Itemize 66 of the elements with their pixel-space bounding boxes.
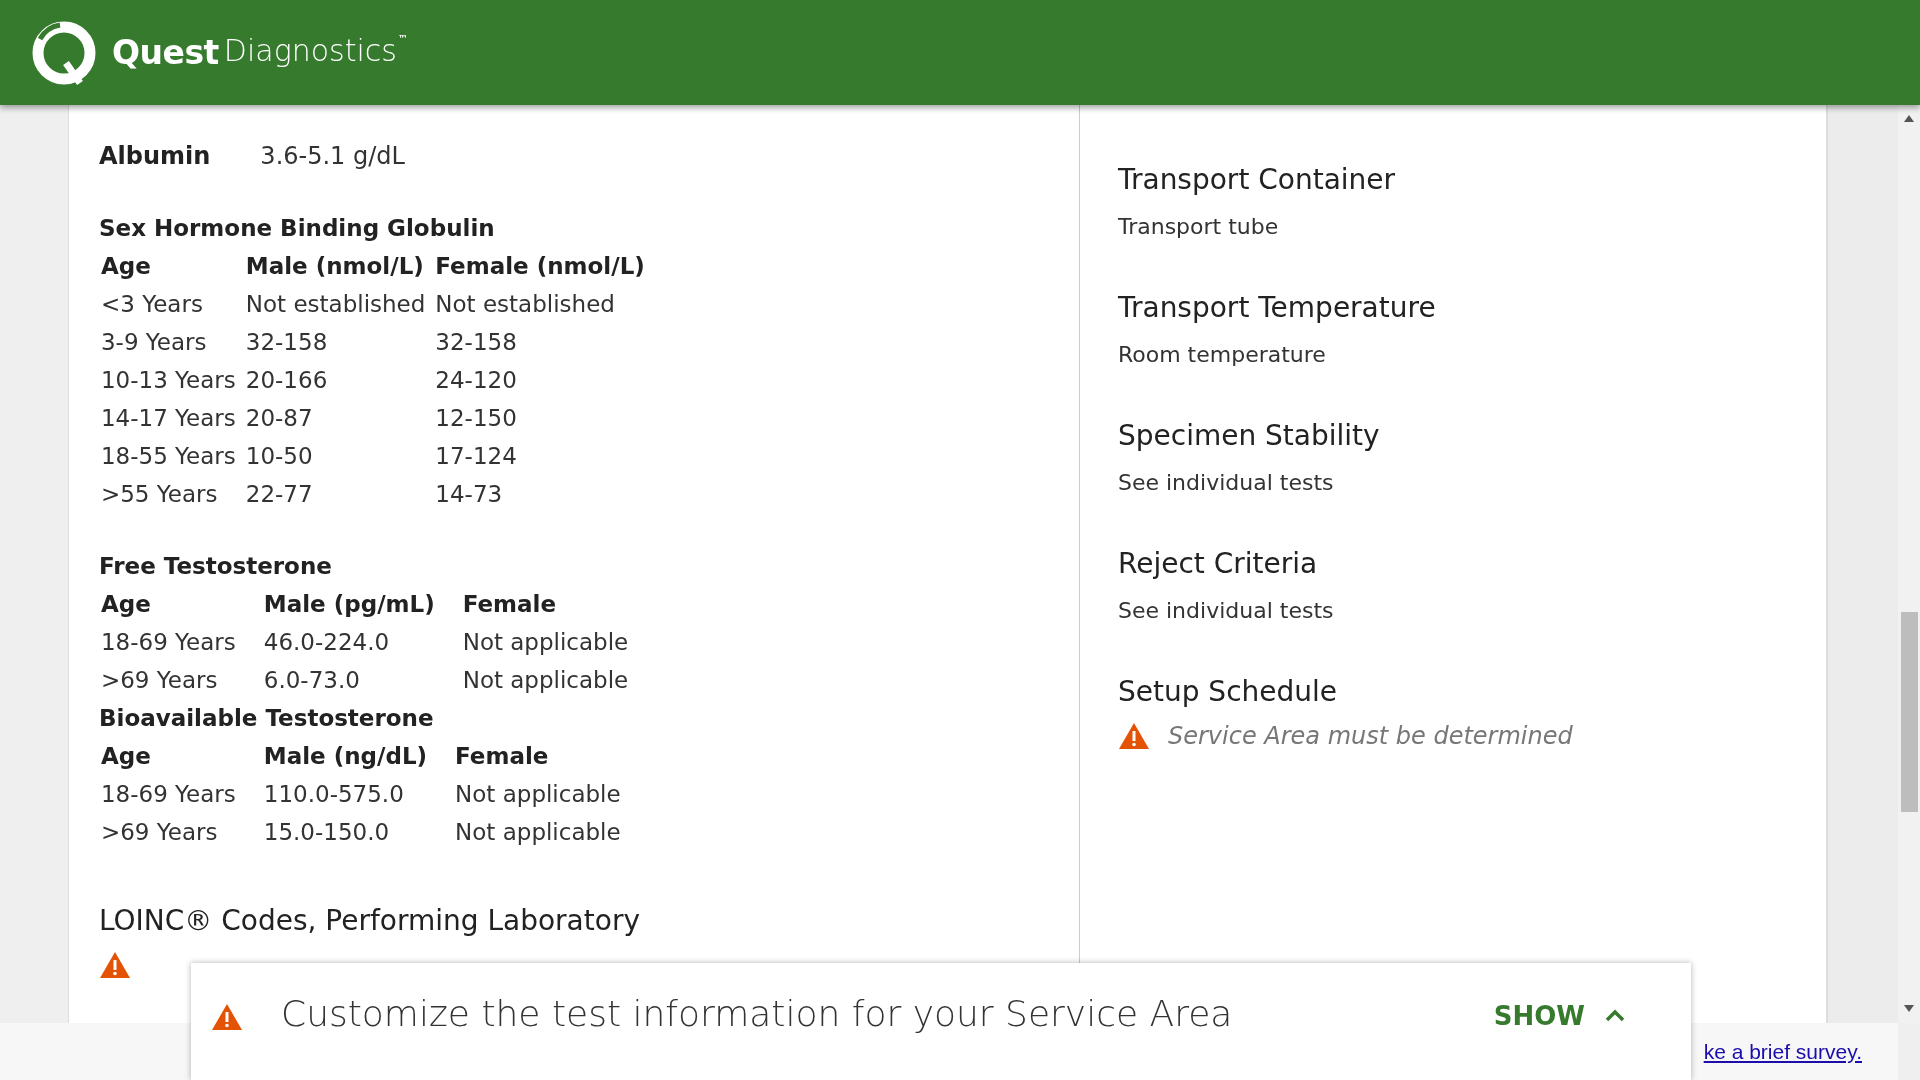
chevron-icon [1605,1009,1625,1023]
column-header: Age [99,590,152,619]
table-title: Bioavailable Testosterone [98,704,435,733]
table-cell-text: 18-69 Years [99,780,237,809]
column-header: Female [454,742,550,771]
scroll-up-icon[interactable] [1904,115,1914,122]
albumin-value: 3.6-5.1 g/dL [260,141,405,172]
table-cell-text: >69 Years [99,666,219,695]
section-text: Transport tube [1117,213,1280,241]
section-text: See individual tests [1117,469,1335,497]
column-header: Female [461,590,558,619]
banner-text: Customize the test information for your Service Area [281,993,1233,1034]
table-cell-text: Not applicable [461,628,630,657]
table-cell-text: >69 Years [99,818,219,847]
albumin-label: Albumin [98,141,211,172]
table-cell-text: 10-13 Years [99,366,237,395]
warning-icon [211,1003,243,1031]
table-title: Sex Hormone Binding Globulin [98,214,496,243]
show-button[interactable]: SHOW [1493,993,1625,1039]
section-heading: Specimen Stability [1117,418,1381,454]
section-heading: Transport Container [1117,162,1397,198]
section-heading: Transport Temperature [1117,290,1437,326]
column-header: Age [99,742,152,771]
table-cell-text: 20-166 [244,366,329,395]
table-cell-text: 24-120 [434,366,518,395]
table-cell-text: 32-158 [244,328,329,357]
table-cell-text: 12-150 [434,404,518,433]
table-cell-text: 15.0-150.0 [262,818,391,847]
table-cell-text: 20-87 [244,404,314,433]
warning-icon [1117,722,1150,750]
survey-link[interactable]: ke a brief survey. [1703,1039,1862,1064]
table-cell-text: Not applicable [461,666,630,695]
column-header: Female (nmol/L) [434,252,646,281]
brand-name: Quest Diagnostics™ [112,33,408,72]
table-cell-text: 22-77 [244,480,314,509]
table-cell-text: 14-73 [434,480,504,509]
column-header: Male (nmol/L) [244,252,425,281]
table-cell-text: Not established [434,290,616,319]
table-cell-text: <3 Years [99,290,204,319]
warning-text: Service Area must be determined [1167,722,1573,750]
table-cell-text: 14-17 Years [99,404,237,433]
section-heading: Reject Criteria [1117,546,1319,582]
table-cell-text: Not applicable [454,818,622,847]
table-cell-text: Not established [244,290,427,319]
column-header: Male (pg/mL) [262,590,436,619]
table-cell-text: 18-55 Years [99,442,237,471]
table-cell-text: 10-50 [244,442,314,471]
table-cell-text: 17-124 [434,442,518,471]
section-heading: Setup Schedule [1117,674,1339,710]
table-cell-text: 110.0-575.0 [262,780,405,809]
table-cell-text: >55 Years [99,480,219,509]
table-cell-text: 6.0-73.0 [262,666,361,695]
column-header: Age [99,252,152,281]
table-cell-text: 46.0-224.0 [262,628,391,657]
column-header: Male (ng/dL) [262,742,429,771]
table-cell-text: Not applicable [454,780,622,809]
table-cell-text: 32-158 [434,328,518,357]
section-heading: LOINC® Codes, Performing Laboratory [98,903,641,939]
scrollbar-thumb[interactable] [1901,612,1918,812]
table-cell-text: 3-9 Years [99,328,208,357]
section-text: Room temperature [1117,341,1327,369]
table-title: Free Testosterone [98,552,333,581]
section-text: See individual tests [1117,597,1335,625]
scroll-down-icon[interactable] [1904,1005,1914,1012]
table-cell-text: 18-69 Years [99,628,237,657]
warning-icon [98,951,131,979]
